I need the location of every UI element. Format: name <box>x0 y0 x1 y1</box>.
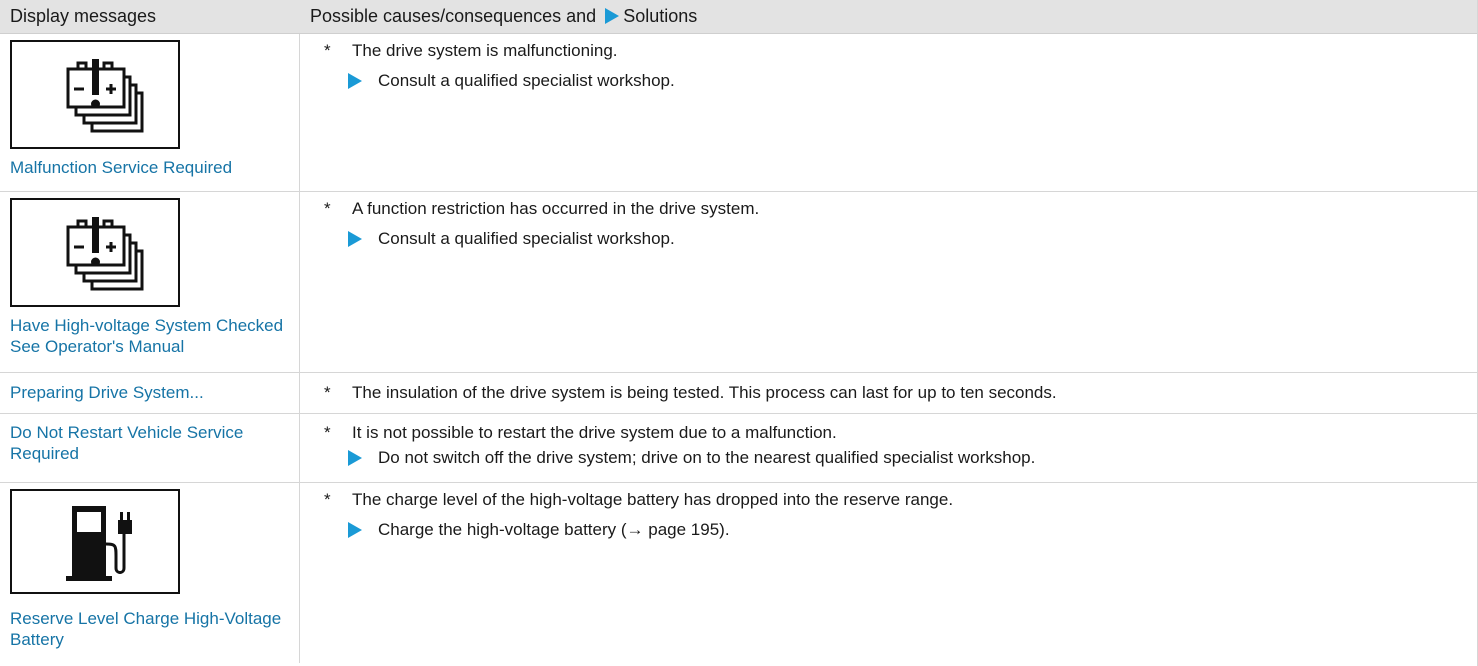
cause-cell: * The insulation of the drive system is … <box>300 373 1478 413</box>
charging-station-icon <box>10 489 180 594</box>
display-messages-table: Display messages Possible causes/consequ… <box>0 0 1478 666</box>
cause-cell: * It is not possible to restart the driv… <box>300 414 1478 482</box>
solution-text: Consult a qualified specialist workshop. <box>378 229 675 248</box>
solution-text: Consult a qualified specialist workshop. <box>378 71 675 90</box>
header-causes-label: Possible causes/consequences and <box>310 6 597 26</box>
solution-item: Do not switch off the drive system; driv… <box>310 447 1478 469</box>
table-row: Have High-voltage System Checked See Ope… <box>0 192 1478 373</box>
solution-triangle-icon <box>348 450 362 466</box>
table-row: Reserve Level Charge High-Voltage Batter… <box>0 483 1478 663</box>
solution-item: Charge the high-voltage battery (→ page … <box>310 519 1478 541</box>
message-cell: Do Not Restart Vehicle Service Required <box>0 414 300 482</box>
cause-cell: * The drive system is malfunctioning. Co… <box>300 34 1478 191</box>
table-row: Malfunction Service Required * The drive… <box>0 34 1478 192</box>
battery-warning-icon <box>10 198 180 307</box>
asterisk-bullet: * <box>324 490 331 509</box>
table-header: Display messages Possible causes/consequ… <box>0 0 1478 34</box>
asterisk-bullet: * <box>324 423 331 442</box>
message-text: Malfunction Service Required <box>10 158 233 177</box>
message-text: Preparing Drive System... <box>10 383 204 402</box>
cause-text: A function restriction has occurred in t… <box>352 199 760 218</box>
header-causes-solutions: Possible causes/consequences and Solutio… <box>300 0 1478 33</box>
solution-triangle-icon <box>348 522 362 538</box>
solution-text: Do not switch off the drive system; driv… <box>378 448 1036 467</box>
solution-triangle-icon <box>605 8 620 24</box>
table-row: Do Not Restart Vehicle Service Required … <box>0 414 1478 483</box>
message-cell: Have High-voltage System Checked See Ope… <box>0 192 300 372</box>
cause-text: It is not possible to restart the drive … <box>352 423 837 442</box>
cause-item: * A function restriction has occurred in… <box>310 198 1478 220</box>
asterisk-bullet: * <box>324 41 331 60</box>
cause-text: The insulation of the drive system is be… <box>352 383 1057 402</box>
asterisk-bullet: * <box>324 383 331 402</box>
battery-warning-icon <box>10 40 180 149</box>
cause-item: * It is not possible to restart the driv… <box>310 422 1478 444</box>
cause-cell: * The charge level of the high-voltage b… <box>300 483 1478 663</box>
asterisk-bullet: * <box>324 199 331 218</box>
table-row: Preparing Drive System... * The insulati… <box>0 373 1478 414</box>
solution-text: Charge the high-voltage battery (→ page … <box>378 520 730 539</box>
message-text: Have High-voltage System Checked See Ope… <box>10 316 284 356</box>
message-cell: Reserve Level Charge High-Voltage Batter… <box>0 483 300 663</box>
cause-item: * The drive system is malfunctioning. <box>310 40 1478 62</box>
solution-item: Consult a qualified specialist workshop. <box>310 228 1478 250</box>
cause-text: The charge level of the high-voltage bat… <box>352 490 954 509</box>
solution-item: Consult a qualified specialist workshop. <box>310 70 1478 92</box>
solution-triangle-icon <box>348 231 362 247</box>
message-text: Do Not Restart Vehicle Service Required <box>10 423 244 463</box>
solution-triangle-icon <box>348 73 362 89</box>
cause-item: * The insulation of the drive system is … <box>310 382 1478 404</box>
cause-text: The drive system is malfunctioning. <box>352 41 618 60</box>
message-cell: Malfunction Service Required <box>0 34 300 191</box>
message-text: Reserve Level Charge High-Voltage Batter… <box>10 609 282 649</box>
cause-item: * The charge level of the high-voltage b… <box>310 489 1478 511</box>
header-display-messages: Display messages <box>10 6 157 26</box>
cause-cell: * A function restriction has occurred in… <box>300 192 1478 372</box>
header-solutions-label: Solutions <box>623 6 698 26</box>
message-cell: Preparing Drive System... <box>0 373 300 413</box>
